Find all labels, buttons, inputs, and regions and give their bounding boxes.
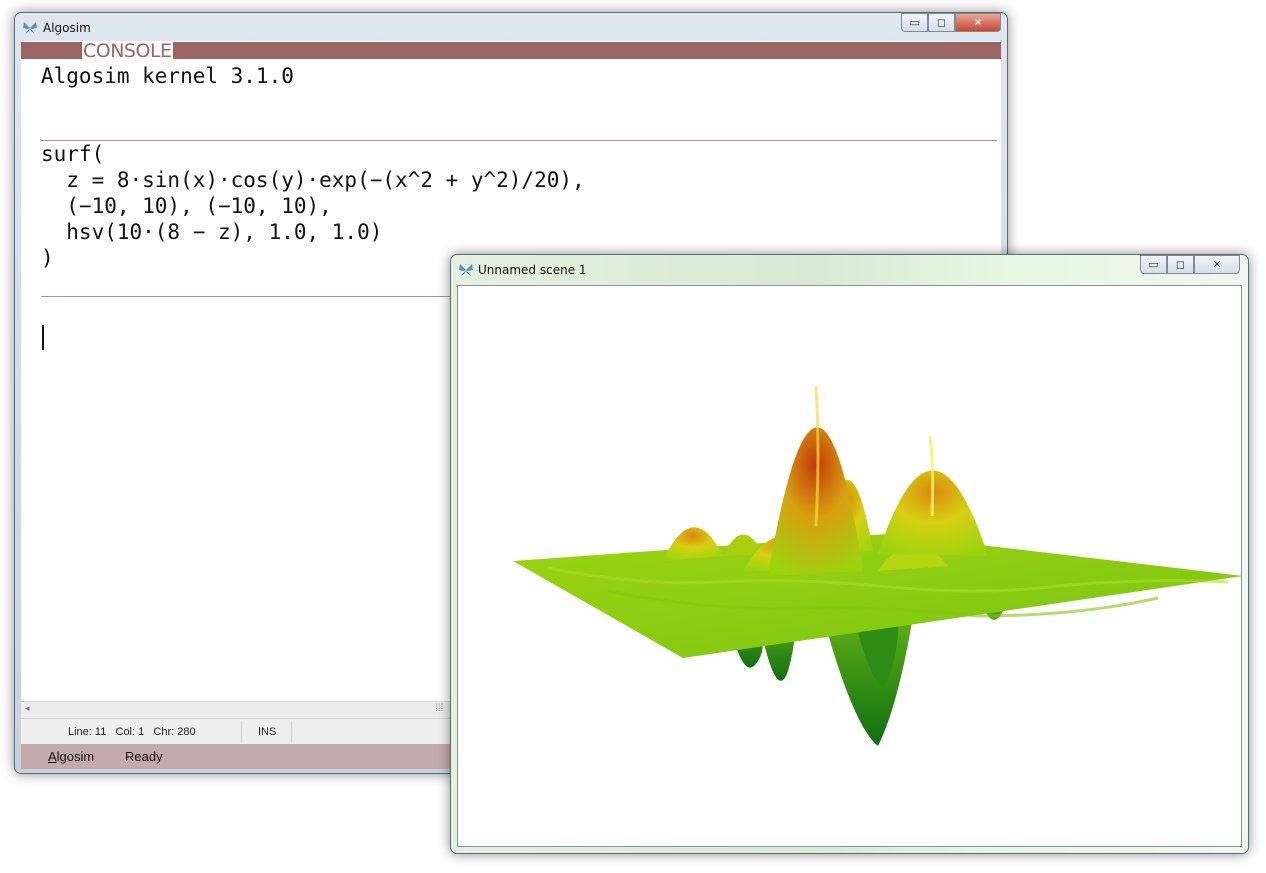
kernel-banner: Algosim kernel 3.1.0 (41, 64, 294, 88)
window-title: Unnamed scene 1 (478, 263, 587, 277)
console-output[interactable]: Algosim kernel 3.1.0 surf( z = 8·sin(x)·… (41, 59, 997, 271)
console-header: CONSOLE (21, 42, 1001, 61)
close-button[interactable]: ✕ (1194, 255, 1240, 274)
surface-peak (663, 527, 723, 561)
butterfly-icon (459, 264, 473, 276)
close-icon: ✕ (973, 16, 983, 29)
command-line: (−10, 10), (−10, 10), (41, 194, 332, 218)
status-divider (241, 721, 242, 743)
minimize-icon: ▭ (909, 16, 920, 29)
ready-status: Ready (125, 749, 163, 764)
maximize-icon: ◻ (1175, 258, 1186, 271)
close-button[interactable]: ✕ (955, 13, 1001, 32)
bottom-bar: Algosim Ready (21, 744, 451, 769)
minimize-button[interactable]: ▭ (901, 13, 928, 32)
console-tab[interactable]: CONSOLE (82, 42, 173, 61)
scene-viewport[interactable] (457, 285, 1242, 847)
maximize-button[interactable]: ◻ (928, 13, 955, 32)
command-line: z = 8·sin(x)·cos(y)·exp(−(x^2 + y^2)/20)… (41, 168, 585, 192)
butterfly-icon (23, 22, 37, 34)
minimize-button[interactable]: ▭ (1140, 255, 1167, 274)
window-title: Algosim (43, 21, 91, 35)
surface-plot[interactable] (458, 286, 1242, 847)
algosim-menu[interactable]: Algosim (48, 749, 94, 764)
command-line: surf( (41, 142, 105, 166)
maximize-icon: ◻ (936, 16, 947, 29)
minimize-icon: ▭ (1148, 258, 1159, 271)
surface-peak (768, 427, 863, 576)
scene-window: Unnamed scene 1 ▭ ◻ ✕ (450, 254, 1249, 854)
command-line: hsv(10·(8 − z), 1.0, 1.0) (41, 220, 383, 244)
scroll-grip-icon[interactable]: ⁞⁞⁞ (435, 703, 443, 714)
status-bar: Line: 11 Col: 1 Chr: 280 INS (21, 718, 451, 745)
text-caret (42, 325, 44, 350)
insert-mode: INS (258, 726, 277, 738)
status-divider (291, 721, 292, 743)
horizontal-scrollbar[interactable]: ◂ ⁞⁞⁞ (21, 701, 451, 718)
title-bar[interactable]: Algosim ▭ ◻ ✕ (15, 13, 1007, 41)
cursor-position: Line: 11 Col: 1 Chr: 280 (68, 726, 196, 738)
output-separator (41, 140, 997, 141)
maximize-button[interactable]: ◻ (1167, 255, 1194, 274)
scroll-left-icon[interactable]: ◂ (25, 703, 30, 714)
close-icon: ✕ (1212, 258, 1222, 271)
title-bar[interactable]: Unnamed scene 1 ▭ ◻ ✕ (451, 255, 1248, 283)
